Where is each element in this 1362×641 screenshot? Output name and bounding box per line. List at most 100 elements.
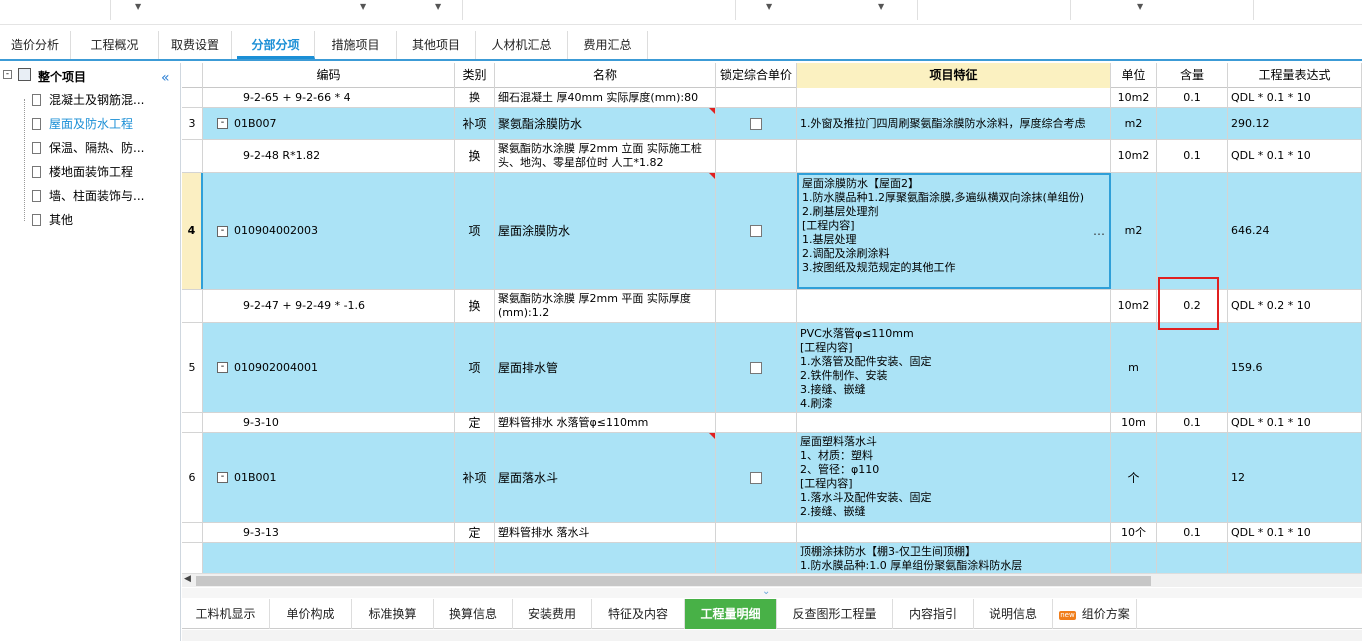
dropdown-caret-icon[interactable]: ▼	[878, 2, 884, 11]
expression-cell[interactable]: QDL * 0.1 * 10	[1228, 413, 1362, 432]
tab-pricing-scheme[interactable]: new 组价方案	[1053, 599, 1137, 629]
tab-project-overview[interactable]: 工程概况	[71, 31, 159, 59]
quantity-cell[interactable]: 0.1	[1157, 523, 1228, 542]
tab-labor-material-summary[interactable]: 人材机汇总	[476, 31, 568, 59]
unit-cell[interactable]: 10m2	[1111, 88, 1157, 107]
name-cell[interactable]	[495, 543, 716, 573]
table-row[interactable]: 9-3-10 定 塑料管排水 水落管φ≤110mm 10m 0.1 QDL * …	[182, 413, 1362, 433]
type-cell[interactable]: 补项	[455, 433, 495, 522]
lock-checkbox[interactable]	[750, 117, 762, 130]
collapse-minus-icon[interactable]: -	[217, 118, 228, 129]
dropdown-caret-icon[interactable]: ▼	[1137, 2, 1143, 11]
unit-cell[interactable]: m	[1111, 323, 1157, 412]
tab-measure-items[interactable]: 措施项目	[315, 31, 397, 59]
header-code[interactable]: 编码	[203, 63, 455, 88]
lock-cell[interactable]	[716, 88, 797, 107]
feature-cell[interactable]: 屋面涂膜防水【屋面2】 1.防水膜品种1.2厚聚氨酯涂膜,多遍纵横双向涂抹(单组…	[797, 173, 1111, 289]
feature-cell[interactable]	[797, 88, 1111, 107]
name-cell[interactable]: 屋面涂膜防水	[495, 173, 716, 289]
unit-cell[interactable]: 个	[1111, 433, 1157, 522]
quantity-cell[interactable]: 0.1	[1157, 140, 1228, 172]
feature-cell[interactable]: 1.外窗及推拉门四周刷聚氨酯涂膜防水涂料，厚度综合考虑	[797, 108, 1111, 139]
name-cell[interactable]: 屋面落水斗	[495, 433, 716, 522]
tab-division-items[interactable]: 分部分项	[237, 31, 315, 59]
scroll-left-icon[interactable]: ◀	[184, 574, 191, 584]
lock-cell[interactable]	[716, 323, 797, 412]
sidebar-item-floor-finishing[interactable]: 楼地面装饰工程	[32, 162, 133, 182]
header-lock-price[interactable]: 锁定综合单价	[716, 63, 797, 88]
table-row[interactable]: 9-2-65 + 9-2-66 * 4 换 细石混凝土 厚40mm 实际厚度(m…	[182, 88, 1362, 108]
tab-description-info[interactable]: 说明信息	[974, 599, 1053, 629]
unit-cell[interactable]: 10m2	[1111, 290, 1157, 322]
type-cell[interactable]: 项	[455, 173, 495, 289]
scrollbar-thumb[interactable]	[196, 576, 1151, 586]
header-name[interactable]: 名称	[495, 63, 716, 88]
dropdown-caret-icon[interactable]: ▼	[360, 2, 366, 11]
name-cell[interactable]: 聚氨酯防水涂膜 厚2mm 立面 实际施工桩头、地沟、零星部位时 人工*1.82	[495, 140, 716, 172]
lock-cell[interactable]	[716, 173, 797, 289]
type-cell[interactable]: 定	[455, 523, 495, 542]
header-type[interactable]: 类别	[455, 63, 495, 88]
name-cell[interactable]: 塑料管排水 落水斗	[495, 523, 716, 542]
quantity-cell[interactable]	[1157, 543, 1228, 573]
collapse-minus-icon[interactable]: -	[217, 472, 228, 483]
code-cell[interactable]: 9-2-65 + 9-2-66 * 4	[203, 88, 455, 107]
quantity-cell[interactable]	[1157, 323, 1228, 412]
lock-cell[interactable]	[716, 108, 797, 139]
code-cell[interactable]: 9-3-13	[203, 523, 455, 542]
code-cell[interactable]	[203, 543, 455, 573]
lock-checkbox[interactable]	[750, 361, 762, 374]
unit-cell[interactable]: 10个	[1111, 523, 1157, 542]
unit-cell[interactable]: 10m	[1111, 413, 1157, 432]
expression-cell[interactable]: 159.6	[1228, 323, 1362, 412]
table-row[interactable]: 3 -01B007 补项 聚氨酯涂膜防水 1.外窗及推拉门四周刷聚氨酯涂膜防水涂…	[182, 108, 1362, 140]
feature-cell[interactable]	[797, 140, 1111, 172]
feature-cell[interactable]: 屋面塑料落水斗 1、材质：塑料 2、管径：φ110 [工程内容] 1.落水斗及配…	[797, 433, 1111, 522]
collapse-panel-icon[interactable]: «	[161, 71, 170, 85]
tab-reverse-graphic-quantity[interactable]: 反查图形工程量	[777, 599, 893, 629]
type-cell[interactable]: 定	[455, 413, 495, 432]
expression-cell[interactable]: QDL * 0.1 * 10	[1228, 523, 1362, 542]
quantity-cell[interactable]	[1157, 433, 1228, 522]
unit-cell[interactable]: m2	[1111, 108, 1157, 139]
code-cell[interactable]: 9-2-48 R*1.82	[203, 140, 455, 172]
type-cell[interactable]: 换	[455, 88, 495, 107]
table-row[interactable]: 顶棚涂抹防水【棚3-仅卫生间顶棚】 1.防水膜品种:1.0 厚单组份聚氨酯涂料防…	[182, 543, 1362, 573]
header-quantity[interactable]: 含量	[1157, 63, 1228, 88]
table-row[interactable]: 9-2-48 R*1.82 换 聚氨酯防水涂膜 厚2mm 立面 实际施工桩头、地…	[182, 140, 1362, 173]
lock-cell[interactable]	[716, 433, 797, 522]
feature-cell[interactable]	[797, 413, 1111, 432]
feature-cell[interactable]	[797, 290, 1111, 322]
tree-root[interactable]: - 整个项目 «	[0, 66, 180, 86]
expression-cell[interactable]: 12	[1228, 433, 1362, 522]
type-cell[interactable]: 项	[455, 323, 495, 412]
dropdown-caret-icon[interactable]: ▼	[435, 2, 441, 11]
panel-splitter[interactable]: ⌄	[182, 586, 1362, 598]
expression-cell[interactable]: QDL * 0.2 * 10	[1228, 290, 1362, 322]
lock-cell[interactable]	[716, 413, 797, 432]
name-cell[interactable]: 屋面排水管	[495, 323, 716, 412]
chevron-down-icon[interactable]: ⌄	[762, 586, 770, 597]
tab-unit-price-composition[interactable]: 单价构成	[270, 599, 352, 629]
dropdown-caret-icon[interactable]: ▼	[135, 2, 141, 11]
feature-cell[interactable]: PVC水落管φ≤110mm [工程内容] 1.水落管及配件安装、固定 2.铁件制…	[797, 323, 1111, 412]
code-cell[interactable]: -010904002003	[203, 173, 455, 289]
expression-cell[interactable]: QDL * 0.1 * 10	[1228, 140, 1362, 172]
sidebar-item-roofing-waterproof[interactable]: 屋面及防水工程	[32, 114, 133, 134]
table-row[interactable]: 6 -01B001 补项 屋面落水斗 屋面塑料落水斗 1、材质：塑料 2、管径：…	[182, 433, 1362, 523]
expression-cell[interactable]: QDL * 0.1 * 10	[1228, 88, 1362, 107]
code-cell[interactable]: 9-3-10	[203, 413, 455, 432]
header-unit[interactable]: 单位	[1111, 63, 1157, 88]
table-row[interactable]: 5 -010902004001 项 屋面排水管 PVC水落管φ≤110mm [工…	[182, 323, 1362, 413]
code-cell[interactable]: 9-2-47 + 9-2-49 * -1.6	[203, 290, 455, 322]
code-cell[interactable]: -01B007	[203, 108, 455, 139]
quantity-cell[interactable]	[1157, 108, 1228, 139]
tab-quantity-details[interactable]: 工程量明细	[685, 599, 777, 629]
unit-cell[interactable]: m2	[1111, 173, 1157, 289]
collapse-minus-icon[interactable]: -	[217, 225, 228, 237]
table-row[interactable]: 9-3-13 定 塑料管排水 落水斗 10个 0.1 QDL * 0.1 * 1…	[182, 523, 1362, 543]
type-cell[interactable]: 换	[455, 140, 495, 172]
lock-cell[interactable]	[716, 523, 797, 542]
tab-content-guide[interactable]: 内容指引	[893, 599, 974, 629]
more-ellipsis-button[interactable]: ⋯	[1093, 227, 1105, 241]
